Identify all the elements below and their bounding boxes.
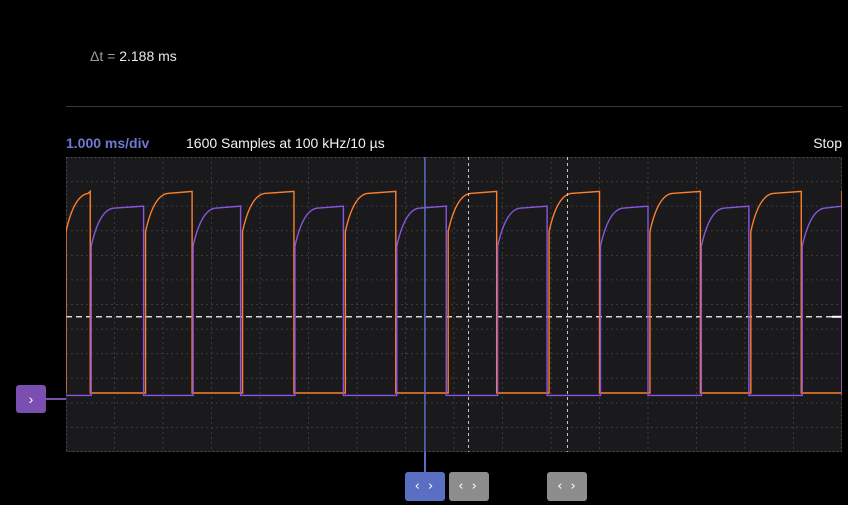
delta-t-readout: Δt = 2.188 ms — [90, 48, 177, 64]
cursor-2-handle-button[interactable]: ‹ › — [448, 472, 489, 501]
delta-value: 2.188 ms — [119, 48, 177, 64]
delta-symbol: Δt — [90, 48, 104, 64]
time-per-div[interactable]: 1.000 ms/div — [66, 135, 149, 151]
chevron-left-right-icon: ‹ › — [557, 479, 578, 494]
run-state[interactable]: Stop — [813, 135, 842, 151]
cursor-stem — [423, 452, 426, 472]
cursor-3-handle-button[interactable]: ‹ › — [547, 472, 588, 501]
waveform-plot[interactable] — [66, 157, 842, 452]
chevron-left-right-icon: ‹ › — [414, 479, 436, 494]
reference-level-marker[interactable]: › — [16, 385, 46, 413]
header-divider — [66, 106, 842, 107]
chevron-left-right-icon: ‹ › — [458, 479, 479, 494]
sample-info: 1600 Samples at 100 kHz/10 µs — [186, 135, 385, 151]
equals-sign: = — [103, 48, 120, 64]
waveform-svg — [66, 157, 842, 452]
chevron-right-icon: › — [28, 391, 34, 407]
reference-marker-line — [46, 398, 66, 400]
cursor-1-handle-button[interactable]: ‹ › — [404, 472, 445, 501]
scope-status-bar: 1.000 ms/div 1600 Samples at 100 kHz/10 … — [66, 135, 842, 153]
